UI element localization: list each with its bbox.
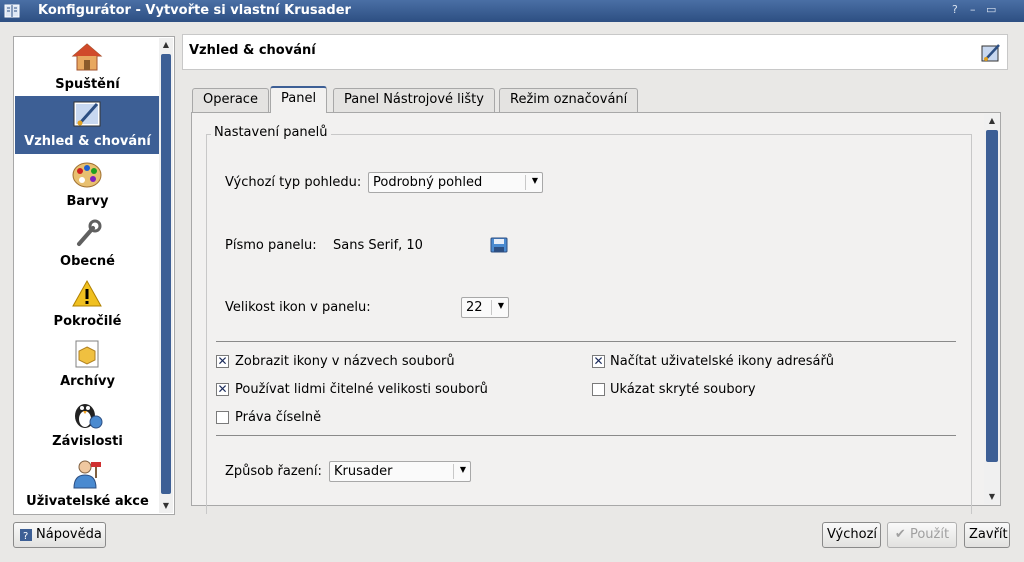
- window-title: Konfigurátor - Vytvořte si vlastní Krusa…: [38, 3, 351, 18]
- close-button-label: Zavřít: [969, 527, 1008, 542]
- show-hidden-files-label[interactable]: Ukázat skryté soubory: [610, 382, 756, 397]
- view-type-value: Podrobný pohled: [373, 175, 483, 190]
- human-readable-sizes-checkbox[interactable]: ✕: [216, 383, 229, 396]
- sort-method-select[interactable]: Krusader ▼: [329, 461, 471, 482]
- svg-text:?: ?: [23, 531, 28, 542]
- scroll-down-arrow-icon[interactable]: ▼: [984, 490, 1000, 504]
- panel-settings-group: [206, 134, 972, 514]
- sidebar-item-appearance[interactable]: Vzhled & chování: [15, 96, 160, 154]
- chevron-down-icon: ▼: [459, 465, 466, 474]
- title-bar: Konfigurátor - Vytvořte si vlastní Krusa…: [0, 0, 1024, 22]
- sidebar-item-startup[interactable]: Spuštění: [15, 39, 160, 97]
- wrench-icon: [77, 219, 102, 246]
- font-chooser-icon[interactable]: [490, 237, 508, 253]
- page-title: Vzhled & chování: [189, 43, 316, 58]
- group-title: Nastavení panelů: [211, 125, 331, 140]
- tab-selection-mode[interactable]: Režim označování: [499, 88, 639, 112]
- archive-icon: [75, 340, 99, 368]
- tab-label: Operace: [203, 92, 258, 107]
- app-menu-icon[interactable]: [4, 3, 20, 19]
- load-folder-icons-checkbox[interactable]: ✕: [592, 355, 605, 368]
- human-readable-sizes-label[interactable]: Používat lidmi čitelné velikosti souborů: [235, 382, 488, 397]
- sidebar-item-label: Vzhled & chování: [24, 134, 151, 149]
- defaults-button-label: Výchozí: [827, 527, 878, 542]
- warning-icon: [72, 279, 102, 307]
- penguin-icon: [75, 404, 103, 429]
- scroll-up-arrow-icon[interactable]: ▲: [159, 38, 173, 52]
- sidebar-item-label: Archívy: [60, 374, 115, 389]
- chevron-down-icon: ▼: [531, 176, 538, 185]
- sidebar-item-advanced[interactable]: Pokročilé: [15, 276, 160, 334]
- icon-size-label: Velikost ikon v panelu:: [225, 300, 371, 315]
- user-actions-icon: [73, 460, 101, 489]
- chevron-down-icon: ▼: [497, 301, 504, 310]
- paint-brush-icon: [73, 101, 101, 127]
- view-type-label: Výchozí typ pohledu:: [225, 175, 362, 190]
- load-folder-icons-label[interactable]: Načítat uživatelské ikony adresářů: [610, 354, 834, 369]
- palette-icon: [72, 162, 102, 188]
- sidebar-item-label: Barvy: [66, 194, 109, 209]
- checkmark-icon: ✔: [894, 527, 906, 542]
- help-button-label: Nápověda: [36, 527, 102, 542]
- sidebar-scrollbar[interactable]: ▲ ▼: [159, 38, 173, 513]
- sidebar-item-user-actions[interactable]: Uživatelské akce: [15, 456, 160, 514]
- tab-label: Režim označování: [510, 92, 628, 107]
- show-file-icons-checkbox[interactable]: ✕: [216, 355, 229, 368]
- sidebar-item-label: Uživatelské akce: [26, 494, 149, 509]
- sidebar-item-colors[interactable]: Barvy: [15, 156, 160, 214]
- home-icon: [71, 43, 103, 71]
- tab-toolbar-panel[interactable]: Panel Nástrojové lišty: [333, 88, 495, 112]
- help-book-icon: ?: [20, 529, 32, 542]
- sidebar-item-archives[interactable]: Archívy: [15, 336, 160, 394]
- icon-size-select[interactable]: 22 ▼: [461, 297, 509, 318]
- help-button[interactable]: ? Nápověda: [13, 522, 106, 548]
- sort-method-value: Krusader: [334, 464, 393, 479]
- scrollbar-thumb[interactable]: [986, 130, 998, 462]
- sidebar-item-label: Obecné: [60, 254, 115, 269]
- sidebar-item-dependencies[interactable]: Závislosti: [15, 396, 160, 454]
- show-file-icons-label[interactable]: Zobrazit ikony v názvech souborů: [235, 354, 455, 369]
- icon-size-value: 22: [466, 300, 483, 315]
- divider: [216, 341, 956, 342]
- sidebar-item-general[interactable]: Obecné: [15, 216, 160, 274]
- minimize-window-button[interactable]: –: [970, 3, 976, 16]
- page-header: Vzhled & chování: [182, 34, 1008, 70]
- defaults-button[interactable]: Výchozí: [822, 522, 881, 548]
- close-button[interactable]: Zavřít: [964, 522, 1010, 548]
- view-type-select[interactable]: Podrobný pohled ▼: [368, 172, 543, 193]
- numeric-permissions-label[interactable]: Práva číselně: [235, 410, 321, 425]
- show-hidden-files-checkbox[interactable]: [592, 383, 605, 396]
- scroll-down-arrow-icon[interactable]: ▼: [159, 499, 173, 513]
- font-label: Písmo panelu:: [225, 238, 317, 253]
- help-window-button[interactable]: ?: [952, 3, 958, 16]
- scrollbar-thumb[interactable]: [161, 54, 171, 494]
- paint-brush-icon: [981, 44, 1000, 62]
- category-sidebar: Spuštění Vzhled & chování Barvy Obecné P…: [13, 36, 175, 515]
- tab-panel[interactable]: Panel: [270, 86, 328, 113]
- font-value: Sans Serif, 10: [333, 238, 423, 253]
- tab-operations[interactable]: Operace: [192, 88, 269, 112]
- maximize-window-button[interactable]: ▭: [986, 3, 996, 16]
- numeric-permissions-checkbox[interactable]: [216, 411, 229, 424]
- sidebar-item-label: Závislosti: [52, 434, 123, 449]
- tab-label: Panel Nástrojové lišty: [344, 92, 484, 107]
- sidebar-item-label: Spuštění: [55, 77, 120, 92]
- scroll-up-arrow-icon[interactable]: ▲: [984, 114, 1000, 128]
- apply-button-label: Použít: [909, 527, 950, 542]
- divider: [216, 435, 956, 436]
- sort-method-label: Způsob řazení:: [225, 464, 322, 479]
- sidebar-item-label: Pokročilé: [53, 314, 122, 329]
- tab-label: Panel: [281, 91, 317, 106]
- settings-scrollbar[interactable]: ▲ ▼: [984, 114, 1000, 504]
- apply-button[interactable]: ✔ Použít: [887, 522, 957, 548]
